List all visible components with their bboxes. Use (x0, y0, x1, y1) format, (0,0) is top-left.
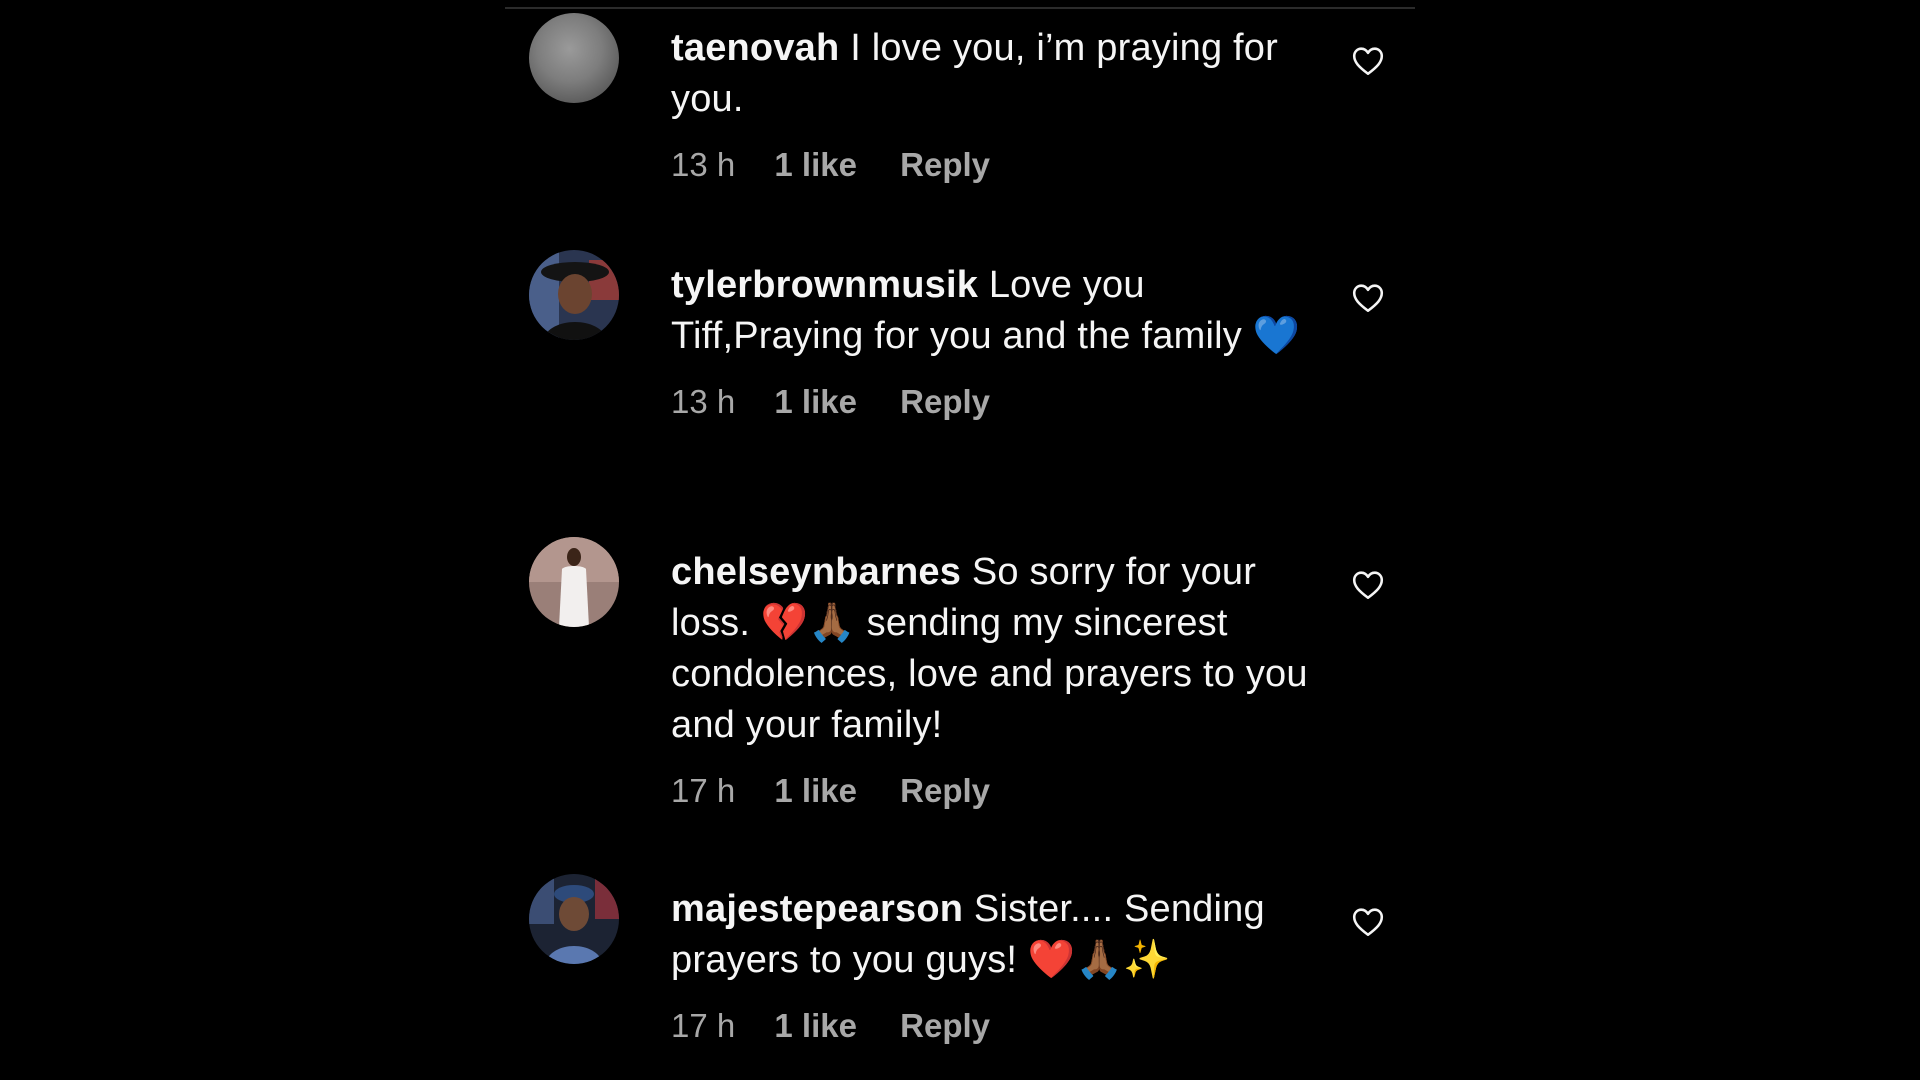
comments-panel: taenovah I love you, i’m praying for you… (505, 0, 1415, 1080)
comment-username[interactable]: tylerbrownmusik (671, 264, 978, 306)
heart-outline-icon[interactable] (1350, 904, 1386, 940)
avatar[interactable] (529, 250, 619, 340)
reply-button[interactable]: Reply (900, 145, 990, 185)
comment-meta: 13 h 1 like Reply (671, 145, 1311, 185)
comment-time: 13 h (671, 383, 736, 420)
comment-meta: 17 h 1 like Reply (671, 771, 1311, 811)
comment-time: 13 h (671, 146, 736, 183)
reply-button[interactable]: Reply (900, 382, 990, 422)
comment-text: taenovah I love you, i’m praying for you… (671, 23, 1311, 125)
comment-username[interactable]: chelseynbarnes (671, 551, 961, 593)
comment-likes-count[interactable]: 1 like (774, 382, 857, 422)
avatar[interactable] (529, 537, 619, 627)
comment-body: majestepearson Sister.... Sending prayer… (671, 884, 1311, 1046)
comment-time: 17 h (671, 772, 736, 809)
heart-outline-icon[interactable] (1350, 43, 1386, 79)
comment-likes-count[interactable]: 1 like (774, 771, 857, 811)
comment-body: tylerbrownmusik Love you Tiff,Praying fo… (671, 260, 1311, 422)
avatar[interactable] (529, 13, 619, 103)
heart-outline-icon[interactable] (1350, 280, 1386, 316)
comment-body: chelseynbarnes So sorry for your loss. 💔… (671, 547, 1311, 811)
comment-meta: 13 h 1 like Reply (671, 382, 1311, 422)
comment-text: tylerbrownmusik Love you Tiff,Praying fo… (671, 260, 1311, 362)
divider (505, 7, 1415, 9)
comment-likes-count[interactable]: 1 like (774, 145, 857, 185)
comment-meta: 17 h 1 like Reply (671, 1006, 1311, 1046)
avatar[interactable] (529, 874, 619, 964)
comment-text: majestepearson Sister.... Sending prayer… (671, 884, 1311, 986)
comment-body: taenovah I love you, i’m praying for you… (671, 23, 1311, 185)
reply-button[interactable]: Reply (900, 771, 990, 811)
comment-likes-count[interactable]: 1 like (774, 1006, 857, 1046)
comment-username[interactable]: taenovah (671, 27, 839, 69)
reply-button[interactable]: Reply (900, 1006, 990, 1046)
comment-time: 17 h (671, 1007, 736, 1044)
heart-outline-icon[interactable] (1350, 567, 1386, 603)
comment-username[interactable]: majestepearson (671, 888, 963, 930)
comment-text: chelseynbarnes So sorry for your loss. 💔… (671, 547, 1311, 751)
